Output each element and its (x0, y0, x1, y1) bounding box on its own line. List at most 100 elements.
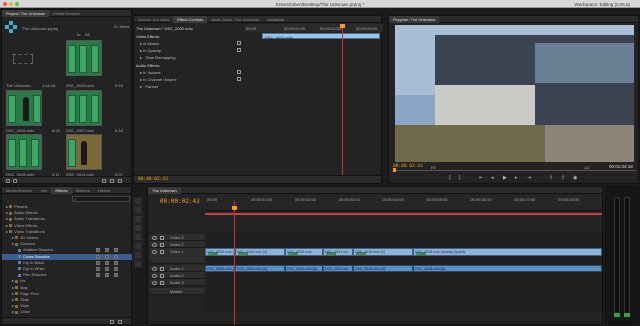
ec-volume[interactable]: ▸ fx Volume (140, 70, 161, 75)
work-area-bar[interactable] (205, 213, 602, 215)
tab-metadata[interactable]: Metadata (263, 16, 288, 23)
track-speaker-icon[interactable] (152, 273, 157, 278)
video-clip[interactable]: DSC_0025.m4v (285, 248, 323, 256)
track-visibility-eye-icon[interactable] (152, 235, 157, 240)
effects-list-item[interactable]: Cross Dissolve (2, 253, 132, 260)
effects-list-item[interactable]: ▸ Video Transitions (2, 229, 132, 235)
go-to-in-icon[interactable]: ⇤ (479, 175, 483, 181)
zoom-tool-icon[interactable] (134, 260, 142, 268)
program-timecode[interactable]: 00:00:02:43 (393, 164, 423, 170)
mark-in-icon[interactable]: { (449, 175, 451, 181)
effects-list-item[interactable]: ▸ Map (2, 285, 132, 291)
effects-search-input[interactable]: ⌕ (72, 196, 130, 202)
tab-media-browser-top[interactable]: Media Browser (49, 10, 84, 17)
audio-clip[interactable]: DSC_0026.m4v [A] (235, 265, 285, 272)
effects-list-item[interactable]: ▸ Dissolve (2, 241, 132, 247)
clip-thumbnail[interactable] (66, 90, 102, 126)
razor-tool-icon[interactable] (134, 224, 142, 232)
mark-out-icon[interactable]: } (459, 175, 461, 181)
trash-icon[interactable] (118, 319, 122, 324)
in-filter-select[interactable]: All (85, 32, 89, 37)
clip-thumbnail[interactable] (66, 134, 102, 170)
ec-clip-bar[interactable]: DSC_0000.m4v (262, 33, 380, 40)
effects-list-item[interactable]: Dip to White (2, 266, 132, 272)
sequence-thumbnail[interactable] (6, 41, 46, 77)
timeline-playhead-handle[interactable] (232, 206, 237, 210)
program-video-frame[interactable] (395, 25, 634, 162)
track-lock-icon[interactable] (160, 266, 164, 271)
track-lock-icon[interactable] (160, 249, 164, 254)
effects-list-item[interactable]: Film Dissolve (2, 272, 132, 278)
audio-clip[interactable]: DSC_0000.m4v [A] (205, 265, 235, 272)
step-forward-icon[interactable]: ▸ (515, 175, 518, 181)
audio-clip[interactable]: DSC_0025.m4v [A] (285, 265, 323, 272)
list-view-icon[interactable] (6, 178, 10, 183)
track-speaker-icon[interactable] (152, 280, 157, 285)
tab-audio-mixer[interactable]: Audio Mixer: The Unknown (207, 16, 263, 23)
effects-list-item[interactable]: Dip to Black (2, 260, 132, 266)
reset-icon[interactable] (237, 70, 241, 74)
new-bin-icon[interactable] (110, 319, 114, 324)
reset-icon[interactable] (237, 41, 241, 45)
tab-source[interactable]: Source: (no clips) (134, 16, 173, 23)
ec-panner[interactable]: ▸ Panner (140, 84, 158, 89)
effects-list-item[interactable]: ▸ 3D Motion (2, 235, 132, 241)
effects-list-item[interactable]: ▸ Zoom (2, 309, 132, 315)
reset-icon[interactable] (237, 48, 241, 52)
track-header[interactable]: Video 1 (150, 248, 205, 264)
video-clip[interactable]: DSC_0016.m4v [V] (353, 248, 413, 256)
track-lock-icon[interactable] (160, 280, 164, 285)
workspace-selector[interactable]: Workspace: Editing (CS5.5) (575, 2, 630, 7)
track-header[interactable]: Audio 3 (150, 279, 205, 286)
track-visibility-eye-icon[interactable] (152, 249, 157, 254)
clip-thumbnail[interactable] (66, 40, 102, 76)
track-header[interactable]: Master (150, 288, 205, 295)
track-select-tool-icon[interactable] (134, 206, 142, 214)
tab-effect-controls[interactable]: Effect Controls (173, 15, 208, 23)
ec-motion[interactable]: ▸ fx Motion (140, 41, 159, 46)
track-lock-icon[interactable] (160, 235, 164, 240)
ripple-edit-tool-icon[interactable] (134, 215, 142, 223)
export-frame-icon[interactable]: ◉ (573, 175, 577, 181)
track-speaker-icon[interactable] (152, 266, 157, 271)
effects-list-item[interactable]: ▸ Video Effects (2, 223, 132, 229)
effects-list-item[interactable]: ▸ Audio Transitions (2, 216, 132, 222)
video-clip[interactable]: DSC_0026.m4v [V] (235, 248, 285, 256)
tab-effects[interactable]: Effects (51, 186, 72, 194)
track-header[interactable]: Video 2 (150, 241, 205, 248)
step-back-icon[interactable]: ◂ (491, 175, 494, 181)
effects-list-item[interactable]: ▸ Presets (2, 204, 132, 210)
track-visibility-eye-icon[interactable] (152, 242, 157, 247)
trash-icon[interactable] (118, 178, 122, 183)
ec-playhead-handle[interactable] (340, 24, 345, 28)
effects-list-item[interactable]: ▸ Slide (2, 297, 132, 303)
clip-thumbnail[interactable] (6, 134, 42, 170)
ec-timecode[interactable]: 00:00:02:43 (138, 177, 168, 183)
project-item-name[interactable]: DSC_0025.m4v (66, 83, 94, 88)
extract-icon[interactable]: ⇪ (561, 175, 565, 181)
clip-thumbnail[interactable] (6, 90, 42, 126)
audio-clip[interactable]: DSC_0018.m4v [A] (413, 265, 602, 272)
tab-info[interactable]: Info (37, 187, 52, 194)
tab-program[interactable]: Program: The Unknown (389, 15, 440, 23)
hand-tool-icon[interactable] (134, 251, 142, 259)
tab-media-browser[interactable]: Media Browser (2, 187, 37, 194)
slip-tool-icon[interactable] (134, 233, 142, 241)
ec-channel-volume[interactable]: ▸ fx Channel Volume (140, 77, 177, 82)
ec-playhead[interactable] (342, 24, 343, 179)
effects-list-item[interactable]: ▸ Wipe (2, 303, 132, 309)
effects-list-item[interactable]: Additive Dissolve (2, 247, 132, 253)
project-item-name[interactable]: The Unknown (6, 83, 31, 88)
selection-tool-icon[interactable] (134, 197, 142, 205)
effects-list-item[interactable]: ▸ Audio Effects (2, 210, 132, 216)
track-header[interactable]: Audio 1 (150, 265, 205, 272)
video-clip[interactable]: DSC_0000.m4v [V] Opacity (205, 248, 235, 256)
audio-clip[interactable]: DSC_0016.m4v [A] (353, 265, 413, 272)
tab-markers[interactable]: Markers (72, 187, 94, 194)
reset-icon[interactable] (237, 77, 241, 81)
tab-sequence[interactable]: The Unknown (148, 186, 181, 194)
video-clip[interactable]: DSC_0018.m4v Opacity:Opacity (413, 248, 602, 256)
ec-opacity[interactable]: ▸ fx Opacity (140, 48, 161, 53)
audio-clip[interactable]: DSC_0021.m4 (323, 265, 353, 272)
lift-icon[interactable]: ⇧ (549, 175, 553, 181)
